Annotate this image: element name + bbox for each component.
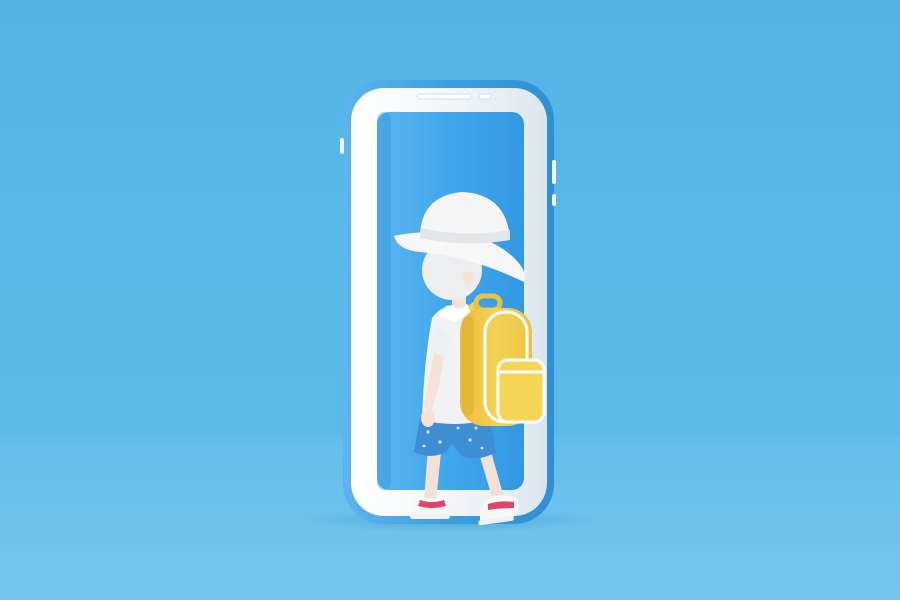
backpack-shading xyxy=(462,316,474,416)
phone-side-button xyxy=(340,138,344,154)
backpack-pocket xyxy=(496,358,546,424)
phone-speaker xyxy=(416,93,472,100)
character-hand xyxy=(421,409,435,427)
phone-side-button xyxy=(552,194,556,206)
screen-inner-shadow xyxy=(377,112,391,490)
phone-side-button xyxy=(552,160,556,184)
character-shoe-back xyxy=(410,498,450,519)
smartphone-icon xyxy=(340,80,556,524)
illustration-scene xyxy=(0,0,900,600)
character-ear xyxy=(463,271,473,285)
phone-camera xyxy=(478,93,492,100)
illustration-svg xyxy=(0,0,900,600)
